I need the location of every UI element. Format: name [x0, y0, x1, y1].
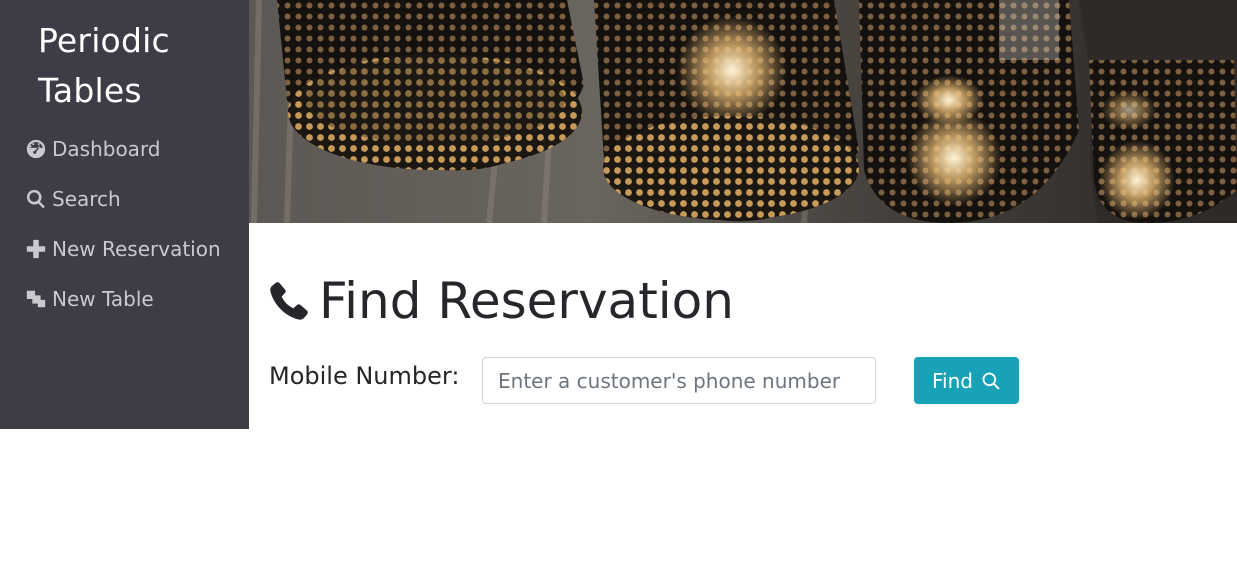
sidebar-item-label: Search — [52, 187, 121, 211]
search-icon — [981, 371, 1001, 391]
sidebar-item-new-table[interactable]: New Table — [25, 274, 221, 324]
mobile-number-label: Mobile Number: — [269, 362, 460, 390]
find-button[interactable]: Find — [914, 357, 1019, 404]
brand-line-1: Periodic — [38, 21, 170, 60]
search-icon — [25, 188, 47, 210]
sidebar-item-search[interactable]: Search — [25, 174, 221, 224]
sidebar-item-label: New Reservation — [52, 237, 221, 261]
plus-icon — [25, 238, 47, 260]
brand-title[interactable]: Periodic Tables — [38, 16, 170, 116]
layers-icon — [25, 288, 47, 310]
brand-line-2: Tables — [38, 71, 142, 110]
phone-icon — [268, 280, 310, 322]
sidebar-item-new-reservation[interactable]: New Reservation — [25, 224, 221, 274]
page-title: Find Reservation — [268, 268, 734, 334]
find-button-label: Find — [932, 368, 973, 393]
sidebar-item-dashboard[interactable]: Dashboard — [25, 124, 221, 174]
sidebar-item-label: Dashboard — [52, 137, 161, 161]
mobile-number-input[interactable] — [482, 357, 876, 404]
sidebar: Periodic Tables Dashboard Search New Res… — [0, 0, 249, 429]
dashboard-icon — [25, 138, 47, 160]
page-title-text: Find Reservation — [319, 272, 734, 330]
pendant-lamps-image — [249, 0, 1237, 223]
sidebar-item-label: New Table — [52, 287, 154, 311]
sidebar-nav: Dashboard Search New Reservation New Tab… — [25, 124, 221, 324]
hero-banner — [249, 0, 1237, 223]
